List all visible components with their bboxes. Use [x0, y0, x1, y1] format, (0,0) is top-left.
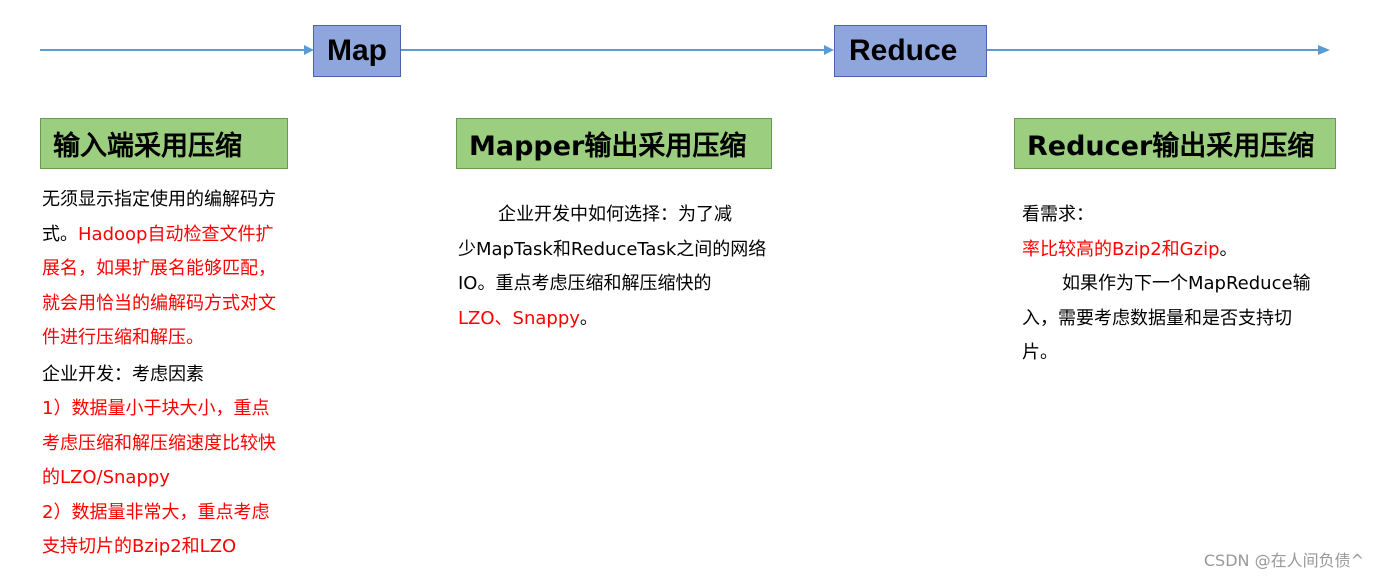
mapper-line3: IO。重点考虑压缩和解压缩快的 — [458, 273, 712, 294]
input-p1-line4: 就会用恰当的编解码方式对文 — [42, 292, 276, 314]
reducer-line5: 入，需要考虑数据量和是否支持切 — [1022, 307, 1292, 329]
input-p1-line1: 无须显示指定使用的编解码方 — [42, 189, 276, 210]
input-p2-line2: 考虑压缩和解压缩速度比较快 — [42, 432, 276, 454]
input-compression-header: 输入端采用压缩 — [40, 118, 288, 169]
reducer-compression-text: 看需求： 率比较高的Bzip2和Gzip。 如果作为下一个MapReduce输 … — [1022, 198, 1342, 371]
input-compression-text: 无须显示指定使用的编解码方 式。Hadoop自动检查文件扩 展名，如果扩展名能够… — [42, 183, 312, 565]
input-p2-line3: 的LZO/Snappy — [42, 467, 170, 488]
reducer-compression-header: Reducer输出采用压缩 — [1014, 118, 1336, 169]
mapper-line4: LZO、Snappy。 — [458, 307, 598, 329]
mapper-lzo-snappy-text: LZO、Snappy — [458, 307, 580, 329]
input-p2-heading: 企业开发：考虑因素 — [42, 363, 204, 385]
reducer-bzip2-gzip-text: 率比较高的Bzip2和Gzip — [1022, 238, 1220, 260]
input-p1-line2: 式。Hadoop自动检查文件扩 — [42, 223, 274, 245]
csdn-watermark: CSDN @在人间负债^ — [1203, 551, 1364, 570]
input-p1-line3: 展名，如果扩展名能够匹配， — [42, 258, 276, 279]
arrow-head-2 — [824, 45, 834, 55]
input-p2-line5: 支持切片的Bzip2和LZO — [42, 536, 237, 557]
flow-arrow — [40, 45, 1330, 55]
mapper-compression-text: 企业开发中如何选择：为了减 少MapTask和ReduceTask之间的网络 I… — [458, 198, 788, 336]
arrow-head-3 — [1318, 45, 1330, 55]
input-p1-line5: 件进行压缩和解压。 — [42, 327, 204, 348]
reducer-line3: 率比较高的Bzip2和Gzip。 — [1022, 238, 1238, 260]
mapper-line1: 企业开发中如何选择：为了减 — [498, 204, 732, 225]
reducer-line1: 看需求： — [1022, 204, 1094, 225]
reducer-line4: 如果作为下一个MapReduce输 — [1062, 273, 1311, 294]
input-p2-line1: 1）数据量小于块大小，重点 — [42, 398, 270, 419]
mapper-compression-header: Mapper输出采用压缩 — [456, 118, 772, 169]
input-hadoop-auto-text: Hadoop自动检查文件扩 — [78, 223, 274, 245]
input-p2-line4: 2）数据量非常大，重点考虑 — [42, 501, 270, 523]
reduce-stage-box: Reduce — [834, 25, 987, 77]
mapper-line2: 少MapTask和ReduceTask之间的网络 — [458, 238, 767, 260]
map-stage-box: Map — [313, 25, 401, 77]
reducer-line6: 片。 — [1022, 342, 1058, 363]
